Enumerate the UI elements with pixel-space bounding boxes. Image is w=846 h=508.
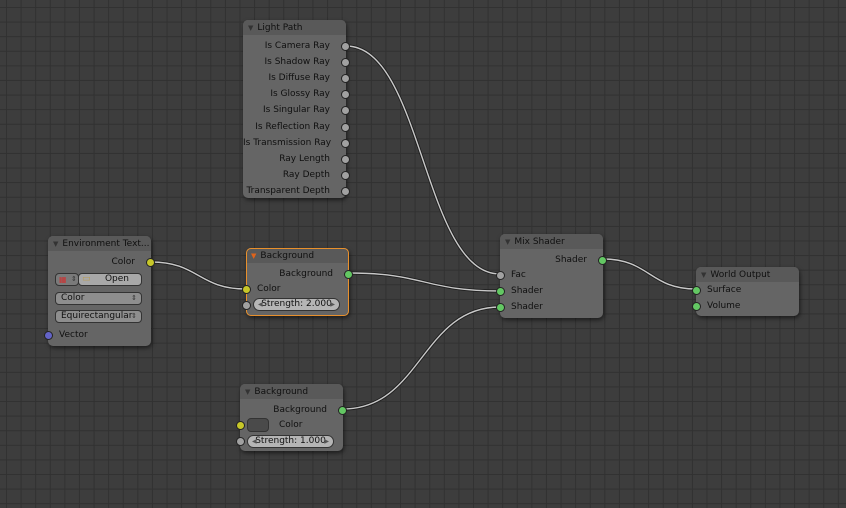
up-down-icon: ⇕	[71, 275, 77, 283]
node-header[interactable]: ▼ World Output	[696, 267, 799, 282]
decrement-arrow-icon: ◀	[258, 301, 263, 308]
dropdown-arrows-icon: ⇕	[131, 312, 137, 320]
output-transparent-depth: Transparent Depth	[243, 184, 350, 198]
socket-input-surface[interactable]	[692, 286, 701, 295]
input-color: Color	[242, 282, 349, 296]
socket-output[interactable]	[341, 122, 350, 132]
decrement-arrow-icon: ◀	[252, 438, 257, 445]
socket-input-vector[interactable]	[44, 331, 53, 340]
link-camera-ray-to-fac[interactable]	[345, 45, 501, 275]
output-background: Background	[246, 267, 353, 281]
output-shader: Shader	[500, 253, 607, 267]
color-swatch[interactable]	[247, 418, 269, 432]
link-bg1-to-mix-shader1[interactable]	[348, 272, 501, 292]
light-path-node[interactable]: ▼ Light Path Is Camera Ray Is Shadow Ray Is…	[243, 20, 350, 198]
image-browse-button[interactable]: ▦ ⇕	[55, 273, 79, 286]
increment-arrow-icon: ▶	[324, 438, 329, 445]
socket-input-shader-2[interactable]	[496, 303, 505, 312]
node-header[interactable]: ▼ Background	[246, 248, 349, 263]
dropdown-arrows-icon: ⇕	[131, 294, 137, 302]
input-shader-1: Shader	[496, 284, 603, 298]
open-image-button[interactable]: ▭ Open	[78, 273, 142, 286]
socket-input-color[interactable]	[236, 421, 245, 430]
socket-output[interactable]	[341, 186, 350, 196]
link-env-color-to-bg-color[interactable]	[150, 261, 247, 290]
output-ray-depth: Ray Depth	[243, 168, 350, 182]
input-fac: Fac	[496, 268, 603, 282]
socket-output-shader[interactable]	[598, 256, 607, 265]
socket-output-color[interactable]	[146, 258, 155, 267]
node-title: Mix Shader	[514, 236, 565, 247]
input-volume: Volume	[692, 299, 799, 313]
background-node-2[interactable]: ▼ Background Background Color ◀ Strength: …	[236, 384, 347, 451]
node-title: Environment Text...	[62, 238, 150, 249]
input-shader-2: Shader	[496, 300, 603, 314]
node-header[interactable]: ▼ Mix Shader	[500, 234, 603, 249]
output-ray-length: Ray Length	[243, 152, 350, 166]
node-header[interactable]: ▼ Background	[240, 384, 343, 399]
output-is-diffuse-ray: Is Diffuse Ray	[243, 71, 350, 85]
collapse-triangle-icon[interactable]: ▼	[245, 388, 250, 396]
collapse-triangle-icon[interactable]: ▼	[53, 240, 58, 248]
collapse-triangle-icon[interactable]: ▼	[251, 252, 256, 260]
collapse-triangle-icon[interactable]: ▼	[505, 238, 510, 246]
mix-shader-node[interactable]: ▼ Mix Shader Shader Fac Shader Shader	[496, 234, 607, 318]
socket-input-color[interactable]	[242, 285, 251, 294]
socket-output[interactable]	[341, 154, 350, 164]
strength-slider[interactable]: ◀ Strength: 1.000 ▶	[247, 435, 334, 448]
node-title: Background	[254, 386, 309, 397]
socket-output[interactable]	[341, 170, 350, 180]
increment-arrow-icon: ▶	[330, 301, 335, 308]
node-header[interactable]: ▼ Environment Text...	[48, 236, 151, 251]
output-color: Color	[48, 255, 155, 269]
socket-input-strength[interactable]	[242, 301, 251, 310]
output-is-shadow-ray: Is Shadow Ray	[243, 55, 350, 69]
socket-output[interactable]	[341, 138, 350, 148]
input-surface: Surface	[692, 283, 799, 297]
socket-input-shader-1[interactable]	[496, 287, 505, 296]
socket-output-background[interactable]	[344, 270, 353, 279]
color-space-dropdown[interactable]: Color ⇕	[55, 292, 142, 305]
strength-slider[interactable]: ◀ Strength: 2.000 ▶	[253, 298, 340, 311]
environment-texture-node[interactable]: ▼ Environment Text... Color ▦ ⇕ ▭ Open Colo…	[44, 236, 155, 346]
node-title: World Output	[710, 269, 771, 280]
socket-input-fac[interactable]	[496, 271, 505, 280]
node-title: Background	[260, 250, 315, 261]
socket-input-volume[interactable]	[692, 302, 701, 311]
output-is-camera-ray: Is Camera Ray	[243, 39, 350, 53]
socket-output-background[interactable]	[338, 406, 347, 415]
output-background: Background	[240, 403, 347, 417]
node-header[interactable]: ▼ Light Path	[243, 20, 346, 35]
background-node-1[interactable]: ▼ Background Background Color ◀ Strength: …	[242, 248, 353, 316]
socket-output[interactable]	[341, 42, 350, 51]
collapse-triangle-icon[interactable]: ▼	[248, 24, 253, 32]
projection-dropdown[interactable]: Equirectangular ⇕	[55, 310, 142, 323]
output-is-reflection-ray: Is Reflection Ray	[243, 120, 350, 134]
collapse-triangle-icon[interactable]: ▼	[701, 271, 706, 279]
output-is-singular-ray: Is Singular Ray	[243, 103, 350, 117]
output-is-glossy-ray: Is Glossy Ray	[243, 87, 350, 101]
link-bg2-to-mix-shader2[interactable]	[342, 306, 501, 410]
image-icon: ▦	[59, 275, 67, 284]
world-output-node[interactable]: ▼ World Output Surface Volume	[692, 267, 799, 316]
link-mix-to-surface[interactable]	[602, 258, 697, 290]
socket-input-strength[interactable]	[236, 437, 245, 446]
input-vector: Vector	[44, 328, 151, 342]
node-title: Light Path	[257, 22, 303, 33]
output-is-transmission-ray: Is Transmission Ray	[243, 136, 350, 150]
